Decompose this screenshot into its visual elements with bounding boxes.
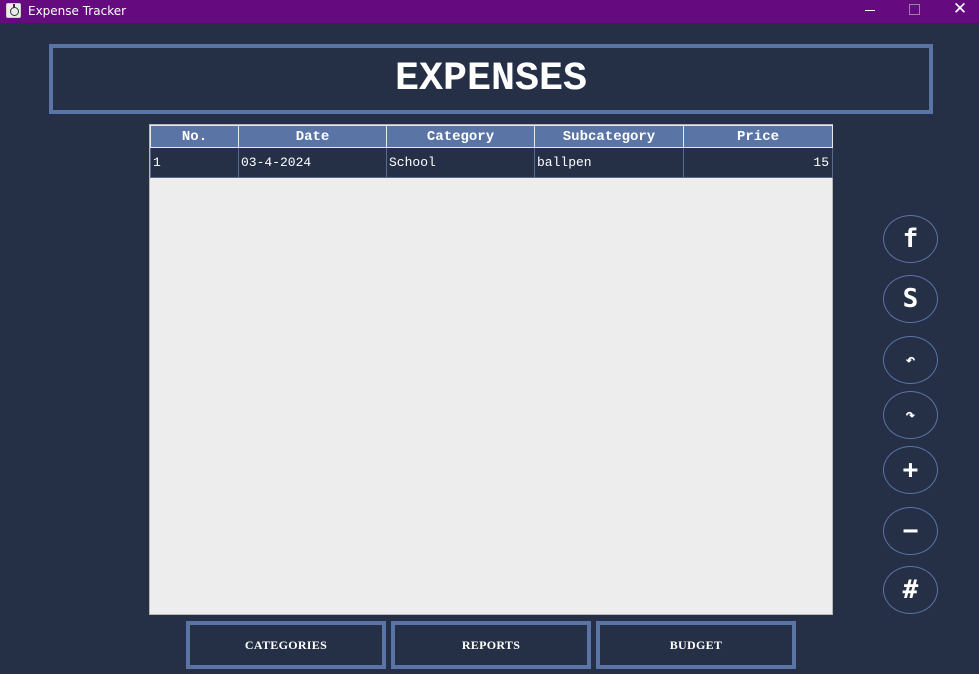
remove-expense-button[interactable]: −: [883, 507, 938, 555]
hash-icon: #: [902, 575, 919, 605]
remove-icon: −: [902, 516, 919, 546]
maximize-button[interactable]: [891, 0, 937, 23]
reports-button[interactable]: REPORTS: [391, 621, 591, 669]
budget-button[interactable]: BUDGET: [596, 621, 796, 669]
app-gear-icon: [6, 3, 21, 18]
window-titlebar: Expense Tracker ✕: [0, 0, 979, 23]
page-header: EXPENSES: [49, 44, 933, 114]
window-title: Expense Tracker: [28, 4, 127, 18]
file-button[interactable]: f: [883, 215, 938, 263]
categories-button[interactable]: CATEGORIES: [186, 621, 386, 669]
expenses-table[interactable]: No. Date Category Subcategory Price 1 03…: [149, 124, 833, 615]
cell-no: 1: [150, 147, 239, 178]
table-row[interactable]: 1 03-4-2024 School ballpen 15: [150, 147, 833, 178]
column-header-category[interactable]: Category: [386, 125, 535, 148]
close-button[interactable]: ✕: [937, 0, 979, 23]
cell-date: 03-4-2024: [238, 147, 387, 178]
add-expense-button[interactable]: +: [883, 446, 938, 494]
save-button[interactable]: S: [883, 275, 938, 323]
page-title: EXPENSES: [394, 57, 588, 102]
cell-category: School: [386, 147, 535, 178]
cell-subcategory: ballpen: [534, 147, 684, 178]
table-header-row: No. Date Category Subcategory Price: [150, 125, 833, 148]
minimize-button[interactable]: [847, 0, 893, 23]
save-icon: S: [902, 284, 919, 314]
redo-icon: ↷: [905, 405, 916, 424]
column-header-subcategory[interactable]: Subcategory: [534, 125, 684, 148]
column-header-date[interactable]: Date: [238, 125, 387, 148]
cell-price: 15: [683, 147, 833, 178]
file-icon: f: [902, 224, 919, 254]
redo-button[interactable]: ↷: [883, 391, 938, 439]
count-button[interactable]: #: [883, 566, 938, 614]
column-header-no[interactable]: No.: [150, 125, 239, 148]
column-header-price[interactable]: Price: [683, 125, 833, 148]
undo-icon: ↶: [905, 350, 916, 369]
add-icon: +: [902, 455, 919, 485]
undo-button[interactable]: ↶: [883, 336, 938, 384]
